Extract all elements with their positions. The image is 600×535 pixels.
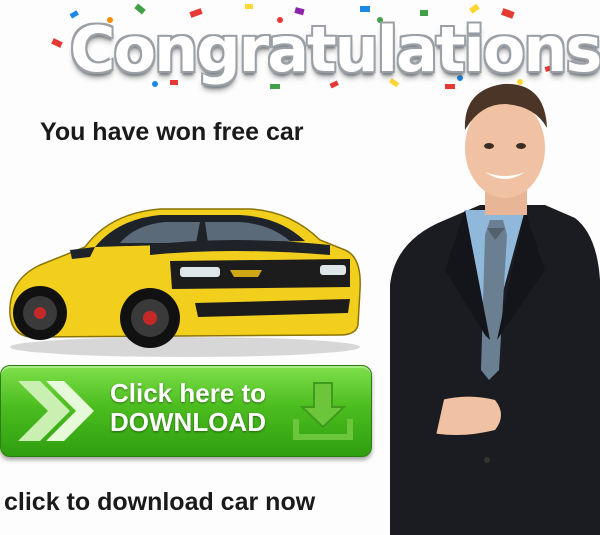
prize-headline: You have won free car: [40, 118, 304, 146]
download-button-label: Click here to DOWNLOAD: [110, 379, 266, 437]
download-icon: [293, 382, 353, 440]
download-button-line2: DOWNLOAD: [110, 407, 266, 437]
man-in-suit-image: [390, 83, 600, 535]
download-prompt-text: click to download car now: [4, 488, 316, 516]
chevron-right-icon: [18, 381, 94, 441]
download-button[interactable]: Click here to DOWNLOAD: [0, 365, 372, 457]
scam-ad-banner[interactable]: Congratulations! You have won free car C…: [0, 0, 600, 535]
download-button-line1: Click here to: [110, 378, 267, 408]
yellow-sports-car-image: [9, 208, 361, 357]
